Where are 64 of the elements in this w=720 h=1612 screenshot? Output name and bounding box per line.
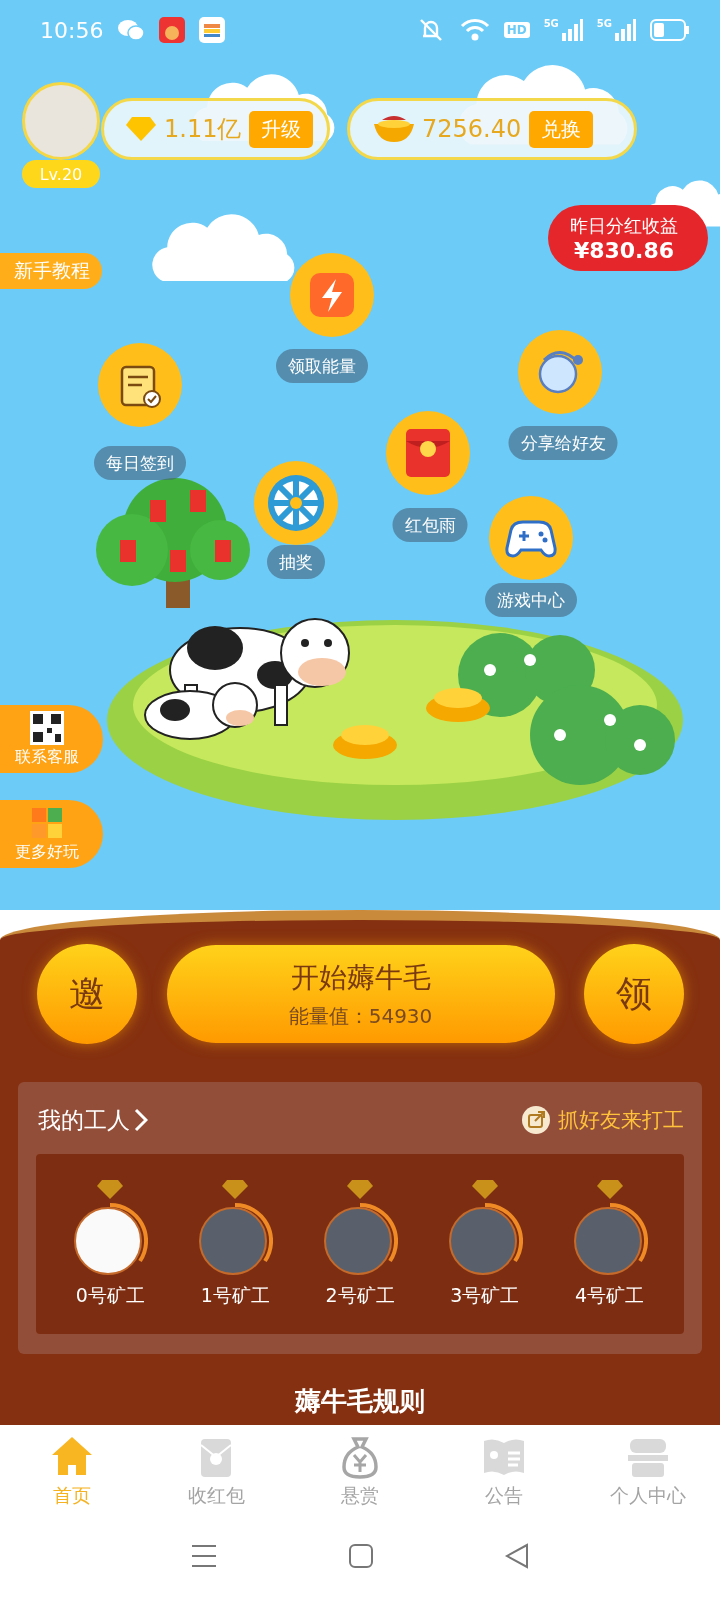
worker-label: 2号矿工 [325, 1283, 395, 1308]
nav-tab[interactable]: 悬赏 [288, 1435, 432, 1509]
worker-label: 1号矿工 [200, 1283, 270, 1308]
nav-tab[interactable]: 收红包 [144, 1435, 288, 1509]
diamond-icon [222, 1179, 249, 1199]
level-badge: Lv.20 [22, 160, 100, 188]
feature-label[interactable]: 红包雨 [392, 508, 468, 542]
diamond-icon [347, 1179, 373, 1199]
ingot-icon [374, 114, 414, 144]
feature-label[interactable]: 抽奖 [267, 545, 325, 579]
app-icon [159, 17, 186, 43]
energy-feature-icon[interactable] [290, 253, 374, 337]
upgrade-button[interactable]: 升级 [249, 110, 314, 148]
feature-label[interactable]: 领取能量 [276, 349, 368, 383]
feature-label[interactable]: 分享给好友 [508, 426, 618, 460]
share-feature-icon[interactable] [518, 330, 602, 414]
diamond-count: 1.11亿 [164, 114, 242, 145]
worker-label: 4号矿工 [575, 1283, 645, 1308]
worker-label: 0号矿工 [75, 1283, 145, 1308]
coin-count: 7256.40 [422, 115, 522, 143]
battery-icon [650, 19, 690, 41]
hd-badge: HD [503, 22, 530, 38]
menu-icon [190, 1544, 218, 1568]
home-icon [348, 1543, 374, 1569]
network-type-label: 5G [543, 18, 559, 29]
clock-time: 10:56 [40, 17, 104, 43]
diamond-icon [471, 1179, 498, 1199]
recruit-link[interactable]: 抓好友来打工 [522, 1106, 684, 1134]
worker-label: 3号矿工 [450, 1283, 520, 1308]
diamond-icon [97, 1179, 124, 1199]
feature-label[interactable]: 游戏中心 [485, 583, 577, 617]
signal-icon [560, 19, 583, 41]
chevron-right-icon [134, 1108, 148, 1132]
wallet-app-icon [199, 17, 226, 43]
nav-tab[interactable]: 个人中心 [576, 1435, 720, 1509]
tiles-icon [29, 805, 64, 840]
nav-tab[interactable]: 公告 [432, 1435, 576, 1509]
signal-icon [614, 19, 636, 41]
start-button[interactable]: 开始薅牛毛 能量值：54930 [166, 945, 555, 1043]
lottery-feature-icon[interactable] [254, 461, 338, 545]
back-icon [504, 1543, 530, 1569]
dividend-amount: ¥830.86 [573, 237, 675, 263]
chat-app-icon [117, 19, 146, 41]
invite-button[interactable]: 邀 [37, 944, 137, 1044]
dividend-label: 昨日分红收益 [570, 213, 678, 238]
game-feature-icon[interactable] [489, 496, 573, 580]
rules-title: 薅牛毛规则 [295, 1386, 425, 1416]
feature-label[interactable]: 每日签到 [94, 446, 186, 480]
diamond-icon [596, 1179, 623, 1199]
workers-link[interactable]: 我的工人 [38, 1104, 148, 1136]
nav-tab[interactable]: 首页 [0, 1435, 144, 1509]
tutorial-button[interactable]: 新手教程 [0, 253, 102, 289]
checkin-feature-icon[interactable] [98, 343, 182, 427]
share-icon [522, 1106, 550, 1134]
side-menu-button[interactable]: 联系客服 [0, 705, 103, 773]
network-type-label: 5G [596, 18, 612, 29]
claim-button[interactable]: 领 [584, 944, 684, 1044]
diamond-icon [126, 116, 156, 142]
dividend-badge[interactable]: 昨日分红收益 ¥830.86 [548, 205, 708, 271]
exchange-button[interactable]: 兑换 [529, 110, 594, 148]
redpacket-feature-icon[interactable] [386, 411, 470, 495]
wifi-icon [459, 18, 490, 42]
side-menu-button[interactable]: 更多好玩 [0, 800, 103, 868]
qr-code-icon [29, 710, 64, 745]
